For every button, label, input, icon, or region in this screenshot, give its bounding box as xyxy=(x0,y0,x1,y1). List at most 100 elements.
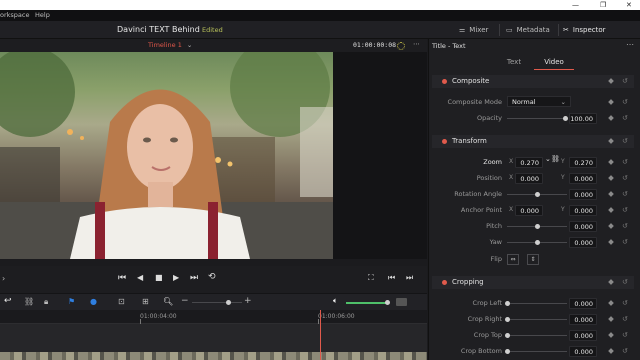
crop-left-value[interactable]: 0.000 xyxy=(569,298,597,309)
link-icon[interactable]: ⛓ xyxy=(551,155,560,163)
zoom-in-icon[interactable]: + xyxy=(244,296,252,306)
window-titlebar xyxy=(0,0,640,10)
crop-bottom-value[interactable]: 0.000 xyxy=(569,346,597,357)
reset-icon[interactable]: ↺ xyxy=(622,297,628,309)
restore-icon[interactable]: ❐ xyxy=(600,0,606,10)
minimize-icon[interactable]: — xyxy=(572,0,579,10)
go-to-start-icon[interactable]: ⏮ xyxy=(118,273,126,283)
play-icon[interactable]: ▶ xyxy=(173,273,179,282)
lock-icon[interactable]: 🔒︎ xyxy=(44,297,48,307)
inspector-button[interactable]: ✂ Inspector xyxy=(563,21,623,39)
video-viewer[interactable] xyxy=(0,52,333,259)
stop-icon[interactable]: ■ xyxy=(155,273,163,282)
play-reverse-icon[interactable]: ◀ xyxy=(137,273,143,282)
prev-frame-icon[interactable]: ⏮ xyxy=(388,273,395,283)
playhead[interactable] xyxy=(320,310,321,360)
transform-section-header[interactable]: Transform xyxy=(432,135,634,148)
composite-section-header[interactable]: Composite xyxy=(432,75,634,88)
dim-audio-icon[interactable] xyxy=(396,298,407,306)
pitch-slider-knob[interactable] xyxy=(535,224,540,229)
crop-left-knob[interactable] xyxy=(505,301,510,306)
ruler-mark: 01:00:04:00 xyxy=(140,313,177,320)
go-to-end-icon[interactable]: ⏭ xyxy=(190,273,198,283)
cropping-section-header[interactable]: Cropping xyxy=(432,276,634,289)
reset-icon[interactable]: ↺ xyxy=(622,156,628,168)
anchor-x-value[interactable]: 0.000 xyxy=(515,205,543,216)
crop-right-slider[interactable] xyxy=(507,319,567,320)
mixer-button[interactable]: ⚌ Mixer xyxy=(459,21,488,39)
fullscreen-icon[interactable]: ⛶ xyxy=(368,273,374,283)
zoom-y-value[interactable]: 0.270 xyxy=(569,157,597,168)
chevron-right-icon[interactable]: › xyxy=(2,274,5,283)
chevron-down-icon[interactable]: ⌄ xyxy=(545,155,551,163)
inspector-options-icon[interactable]: ⋯ xyxy=(626,40,634,49)
reset-icon[interactable]: ↺ xyxy=(622,96,628,108)
tab-text[interactable]: Text xyxy=(494,54,534,70)
flip-horizontal-icon[interactable]: ⇔ xyxy=(507,254,519,265)
reset-icon[interactable]: ↺ xyxy=(622,236,628,248)
crop-top-value[interactable]: 0.000 xyxy=(569,330,597,341)
zoom-custom-icon[interactable]: 🔍︎ xyxy=(163,297,173,306)
crop-right-knob[interactable] xyxy=(505,317,510,322)
opacity-value[interactable]: 100.00 xyxy=(569,113,597,124)
volume-knob[interactable] xyxy=(385,300,390,305)
flip-vertical-icon[interactable]: ⇕ xyxy=(527,254,539,265)
zoom-slider-track[interactable] xyxy=(192,302,242,303)
reset-icon[interactable]: ↺ xyxy=(622,75,628,87)
section-enabled-dot[interactable] xyxy=(442,139,447,144)
volume-slider[interactable] xyxy=(346,302,388,304)
menu-help[interactable]: Help xyxy=(35,10,50,21)
yaw-value[interactable]: 0.000 xyxy=(569,237,597,248)
zoom-detail-icon[interactable]: ⊞ xyxy=(142,297,149,306)
tab-video[interactable]: Video xyxy=(534,54,574,70)
crop-bottom-knob[interactable] xyxy=(505,349,510,354)
blade-icon[interactable]: ↩ xyxy=(4,296,12,306)
reset-icon[interactable]: ↺ xyxy=(622,172,628,184)
marker-icon[interactable]: ● xyxy=(90,297,97,306)
timeline-ruler[interactable]: 01:00:04:00 01:00:06:00 xyxy=(0,310,427,324)
position-x-value[interactable]: 0.000 xyxy=(515,173,543,184)
zoom-fit-icon[interactable]: ⊡ xyxy=(118,297,125,306)
rotation-slider-knob[interactable] xyxy=(535,192,540,197)
composite-mode-dropdown[interactable]: Normal ⌄ xyxy=(507,96,571,107)
close-icon[interactable]: ✕ xyxy=(626,0,632,10)
loop-icon[interactable]: ⟲ xyxy=(208,272,216,282)
video-clip[interactable] xyxy=(0,352,427,360)
inspector-title: Title - Text xyxy=(432,42,466,50)
rotation-value[interactable]: 0.000 xyxy=(569,189,597,200)
reset-icon[interactable]: ↺ xyxy=(622,345,628,357)
crop-top-knob[interactable] xyxy=(505,333,510,338)
metadata-button[interactable]: ▭ Metadata xyxy=(506,21,550,39)
section-enabled-dot[interactable] xyxy=(442,79,447,84)
flag-icon[interactable]: ⚑ xyxy=(68,297,75,306)
yaw-slider-knob[interactable] xyxy=(535,240,540,245)
reset-icon[interactable]: ↺ xyxy=(622,112,628,124)
opacity-slider[interactable] xyxy=(507,118,567,119)
menu-workspace[interactable]: orkspace xyxy=(0,10,29,21)
scopes-icon[interactable] xyxy=(397,42,405,50)
pitch-value[interactable]: 0.000 xyxy=(569,221,597,232)
reset-icon[interactable]: ↺ xyxy=(622,135,628,147)
timeline-dropdown[interactable]: Timeline 1 ⌄ xyxy=(148,39,192,52)
reset-icon[interactable]: ↺ xyxy=(622,313,628,325)
crop-right-value[interactable]: 0.000 xyxy=(569,314,597,325)
reset-icon[interactable]: ↺ xyxy=(622,276,628,288)
zoom-out-icon[interactable]: − xyxy=(181,296,189,306)
volume-icon[interactable]: 🔈︎ xyxy=(333,296,338,306)
position-y-value[interactable]: 0.000 xyxy=(569,173,597,184)
crop-bottom-slider[interactable] xyxy=(507,351,567,352)
anchor-y-value[interactable]: 0.000 xyxy=(569,205,597,216)
reset-icon[interactable]: ↺ xyxy=(622,188,628,200)
reset-icon[interactable]: ↺ xyxy=(622,220,628,232)
link-icon[interactable]: ⛓ xyxy=(24,297,34,306)
crop-left-slider[interactable] xyxy=(507,303,567,304)
zoom-x-value[interactable]: 0.270 xyxy=(515,157,543,168)
next-frame-icon[interactable]: ⏭ xyxy=(406,273,413,283)
reset-icon[interactable]: ↺ xyxy=(622,204,628,216)
zoom-slider-knob[interactable] xyxy=(226,300,231,305)
viewer-options-icon[interactable]: ⋯ xyxy=(413,40,420,48)
opacity-slider-knob[interactable] xyxy=(563,116,568,121)
crop-top-slider[interactable] xyxy=(507,335,567,336)
section-enabled-dot[interactable] xyxy=(442,280,447,285)
reset-icon[interactable]: ↺ xyxy=(622,329,628,341)
